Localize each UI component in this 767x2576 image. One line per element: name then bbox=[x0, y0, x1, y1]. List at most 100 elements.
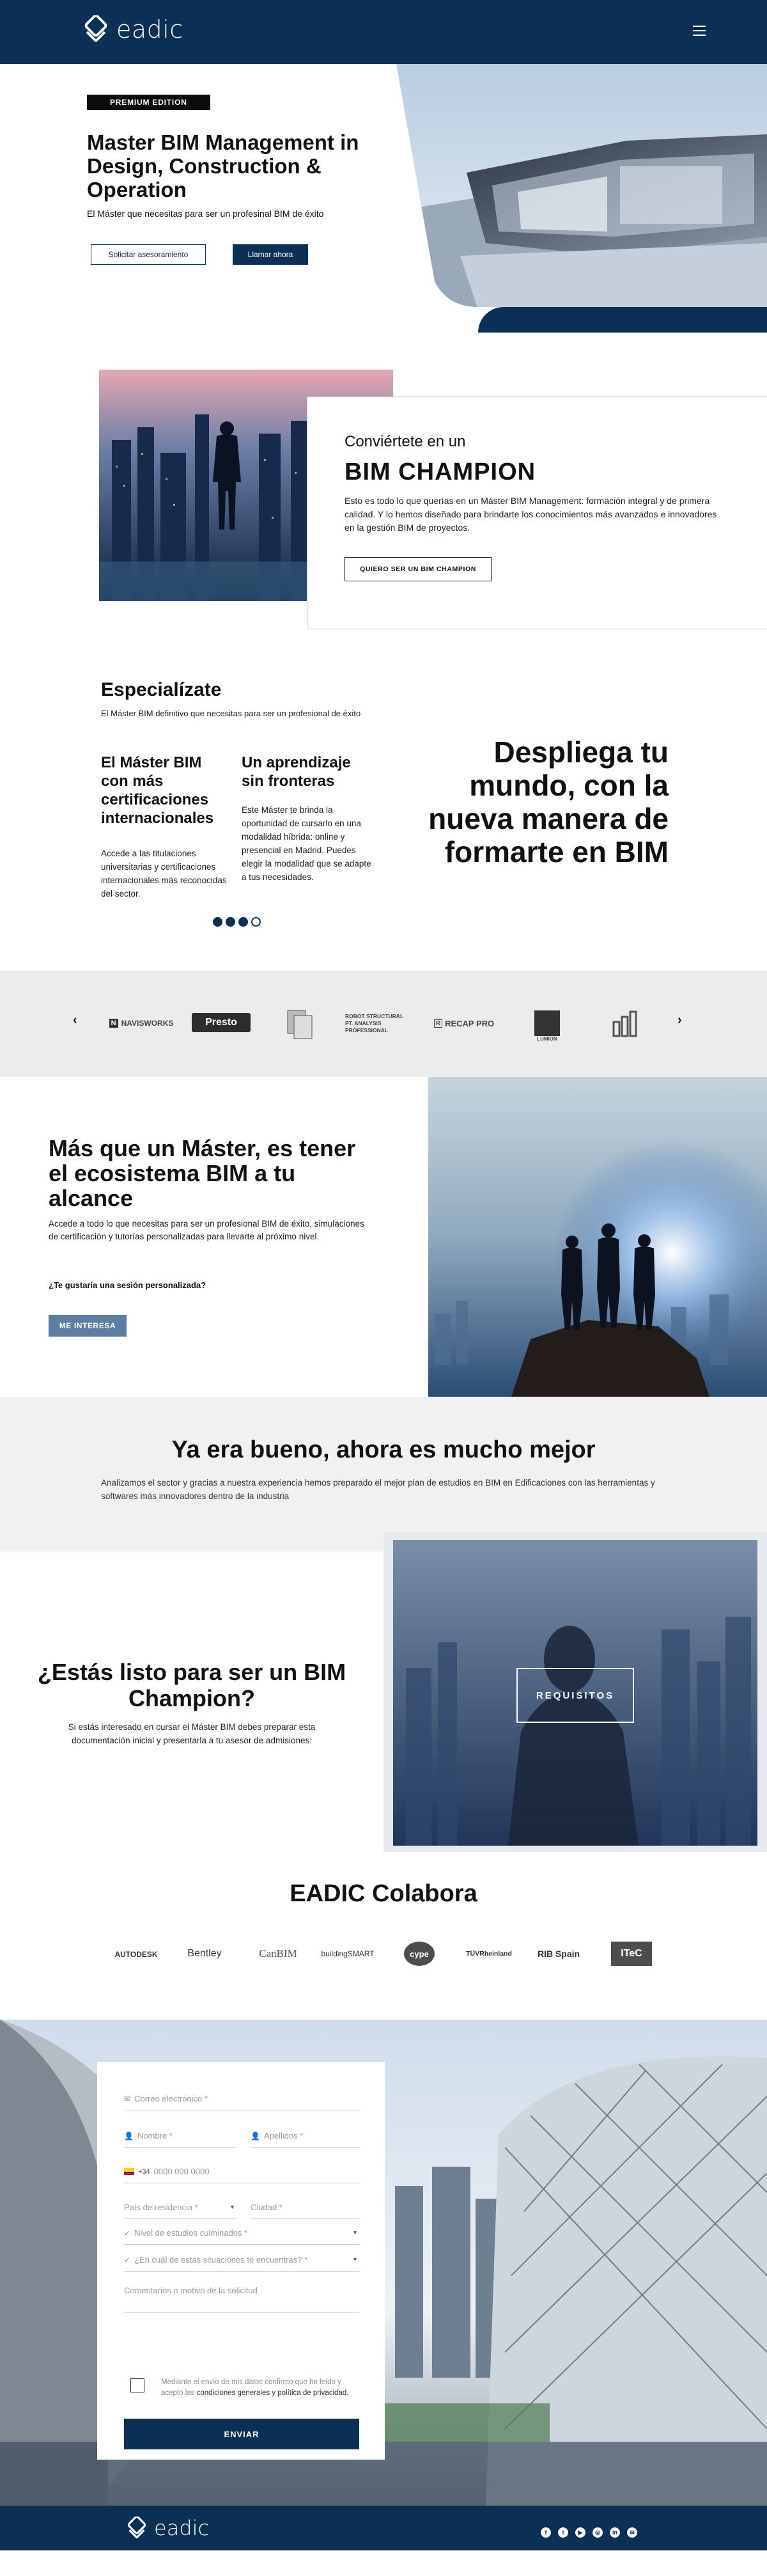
ready-section: REQUISITOS ¿Estás listo para ser un BIM … bbox=[0, 1532, 767, 1871]
footer-logo[interactable]: eadic bbox=[125, 2516, 209, 2540]
comments-field[interactable]: Comentarios o motivo de la solicitud bbox=[124, 2286, 359, 2313]
submit-button[interactable]: ENVIAR bbox=[124, 2419, 359, 2449]
email-icon[interactable]: ✉ bbox=[627, 2527, 637, 2538]
champion-title: BIM CHAMPION bbox=[345, 459, 536, 485]
twitter-icon[interactable]: t bbox=[558, 2527, 568, 2538]
chevron-down-icon: ▾ bbox=[230, 2204, 234, 2211]
carousel-dot[interactable] bbox=[238, 917, 248, 927]
envelope-icon: ✉ bbox=[124, 2094, 131, 2103]
buildingsmart-logo: buildingSMART bbox=[321, 1949, 375, 1958]
ready-title: ¿Estás listo para ser un BIM Champion? bbox=[37, 1659, 346, 1711]
businessmen-summit-image bbox=[428, 1077, 767, 1397]
interested-button[interactable]: ME INTERESA bbox=[49, 1315, 127, 1337]
request-advice-button[interactable]: Solicitar asesoramiento bbox=[91, 244, 206, 265]
colombia-flag-icon[interactable] bbox=[124, 2168, 134, 2175]
ecosystem-section: Más que un Máster, es tener el ecosistem… bbox=[0, 1077, 767, 1397]
premium-badge: PREMIUM EDITION bbox=[87, 95, 210, 110]
contact-form: ✉ Correo electrónico * 👤 Nombre * 👤 Apellid… bbox=[97, 2062, 385, 2460]
tuv-logo: TÜVRheinland bbox=[466, 1950, 512, 1958]
call-now-button[interactable]: Llamar ahora bbox=[233, 244, 308, 265]
navisworks-logo: N NAVISWORKS bbox=[106, 1016, 176, 1031]
carousel-dot[interactable] bbox=[226, 917, 235, 927]
prev-arrow-icon[interactable]: ‹ bbox=[73, 1013, 77, 1028]
hero-accent-band bbox=[478, 307, 767, 333]
robot-structural-logo: ROBOT STRUCTURAL PT. ANALYSIS PROFESSIONA… bbox=[345, 1012, 404, 1033]
next-arrow-icon[interactable]: › bbox=[678, 1013, 682, 1028]
no-borders-heading: Un aprendizaje sin fronteras bbox=[242, 754, 351, 790]
hero-title: Master BIM Management in Design, Constru… bbox=[87, 130, 359, 201]
better-text: Analizamos el sector y gracias a nuestra… bbox=[101, 1478, 655, 1501]
power-bi-icon bbox=[610, 1009, 640, 1040]
champion-cta-button[interactable]: QUIERO SER UN BIM CHAMPION bbox=[345, 557, 492, 581]
hero-section: PREMIUM EDITION Master BIM Management in… bbox=[0, 64, 767, 333]
logo-text: eadic bbox=[116, 15, 183, 43]
linkedin-icon[interactable]: in bbox=[610, 2527, 620, 2538]
city-field[interactable]: Ciudad * bbox=[251, 2196, 359, 2219]
email-field[interactable]: ✉ Correo electrónico * bbox=[124, 2087, 359, 2110]
champion-pre-title: Conviértete en un bbox=[345, 433, 466, 450]
user-icon: 👤 bbox=[251, 2131, 260, 2140]
canbim-logo: CanBIM bbox=[259, 1947, 297, 1959]
hero-building-image bbox=[396, 64, 767, 307]
chevron-down-icon: ▾ bbox=[353, 2256, 357, 2263]
cype-logo: cype bbox=[404, 1942, 435, 1966]
phone-field[interactable]: +34 0000 000 0000 bbox=[124, 2160, 359, 2183]
bim-champion-section: Conviértete en un BIM CHAMPION Esto es t… bbox=[0, 333, 767, 640]
contact-form-section: ✉ Correo electrónico * 👤 Nombre * 👤 Apellid… bbox=[0, 2020, 767, 2506]
name-field[interactable]: 👤 Nombre * bbox=[124, 2124, 236, 2148]
hero-subtitle: El Máster que necesitas para ser un prof… bbox=[87, 208, 324, 219]
software-carousel: ‹ › N NAVISWORKS Presto ROBOT STRUCTURAL P… bbox=[0, 971, 767, 1077]
surname-field[interactable]: 👤 Apellidos * bbox=[251, 2124, 359, 2148]
instagram-icon[interactable]: ◎ bbox=[593, 2527, 603, 2538]
no-borders-text: Este Máster te brinda la oportunidad de … bbox=[242, 805, 371, 882]
recap-pro-logo: R RECAP PRO bbox=[432, 1016, 496, 1031]
champion-text: Esto es todo lo que querías en un Máster… bbox=[345, 496, 717, 533]
phone-prefix: +34 bbox=[138, 2167, 150, 2176]
specialize-section: Especialízate El Máster BIM definitivo q… bbox=[0, 640, 767, 971]
carousel-dot[interactable] bbox=[213, 917, 222, 927]
youtube-icon[interactable]: ▶ bbox=[575, 2527, 585, 2538]
eadic-logo-icon bbox=[84, 15, 107, 42]
site-footer: eadic f t ▶ ◎ in ✉ bbox=[0, 2506, 767, 2550]
footer-logo-text: eadic bbox=[154, 2516, 210, 2540]
social-links: f t ▶ ◎ in ✉ bbox=[541, 2527, 637, 2538]
carousel-dot[interactable] bbox=[251, 917, 261, 927]
specialize-subtitle: El Máster BIM definitivo que necesitas p… bbox=[101, 709, 361, 718]
lumion-logo: LUMION bbox=[533, 1008, 561, 1044]
better-section: Ya era bueno, ahora es mucho mejor Anali… bbox=[0, 1397, 767, 1551]
session-question: ¿Te gustaría una sesión personalizada? bbox=[49, 1280, 206, 1290]
ecosystem-title: Más que un Máster, es tener el ecosistem… bbox=[49, 1135, 356, 1211]
facebook-icon[interactable]: f bbox=[541, 2527, 551, 2538]
requirements-button[interactable]: REQUISITOS bbox=[516, 1668, 634, 1723]
software-box-icon bbox=[284, 1008, 316, 1040]
itec-logo: ITeC bbox=[611, 1942, 652, 1966]
eadic-logo[interactable]: eadic bbox=[82, 15, 183, 43]
privacy-consent: Mediante el envío de mis datos confirmo … bbox=[130, 2377, 364, 2399]
phone-placeholder: 0000 000 0000 bbox=[153, 2167, 210, 2176]
presto-logo: Presto bbox=[192, 1013, 251, 1032]
collab-section: EADIC Colabora AUTODESK Bentley CanBIM b… bbox=[0, 1871, 767, 2020]
rib-spain-logo: RIB Spain bbox=[537, 1949, 580, 1959]
bentley-logo: Bentley bbox=[187, 1948, 222, 1959]
check-icon: ✓ bbox=[124, 2228, 131, 2238]
certifications-text: Accede a las titulaciones universitarias… bbox=[101, 849, 227, 899]
country-select[interactable]: País de residencia * ▾ bbox=[124, 2196, 236, 2219]
autodesk-logo: AUTODESK bbox=[114, 1950, 158, 1959]
situation-select[interactable]: ✓ ¿En cuál de estas situaciones te encuen… bbox=[124, 2249, 359, 2272]
studies-select[interactable]: ✓ Nivel de estudios culminados * ▾ bbox=[124, 2222, 359, 2245]
certifications-heading: El Máster BIM con más certificaciones in… bbox=[101, 754, 214, 827]
champion-card: Conviértete en un BIM CHAMPION Esto es t… bbox=[307, 397, 767, 629]
check-icon: ✓ bbox=[124, 2255, 131, 2265]
collab-title: EADIC Colabora bbox=[290, 1880, 477, 1907]
specialize-title: Especialízate bbox=[101, 679, 222, 700]
consent-checkbox[interactable] bbox=[130, 2378, 144, 2392]
privacy-link[interactable]: condiciones generales y política de priv… bbox=[197, 2389, 349, 2397]
site-header: eadic bbox=[0, 0, 767, 64]
user-icon: 👤 bbox=[124, 2131, 134, 2140]
deploy-world-text: Despliega tu mundo, con la nueva manera … bbox=[428, 735, 669, 868]
ready-text: Si estás interesado en cursar el Máster … bbox=[68, 1722, 316, 1745]
menu-icon[interactable] bbox=[693, 26, 706, 36]
better-title: Ya era bueno, ahora es mucho mejor bbox=[171, 1436, 596, 1463]
carousel-dots bbox=[213, 917, 261, 927]
ecosystem-text: Accede a todo lo que necesitas para ser … bbox=[49, 1219, 364, 1241]
